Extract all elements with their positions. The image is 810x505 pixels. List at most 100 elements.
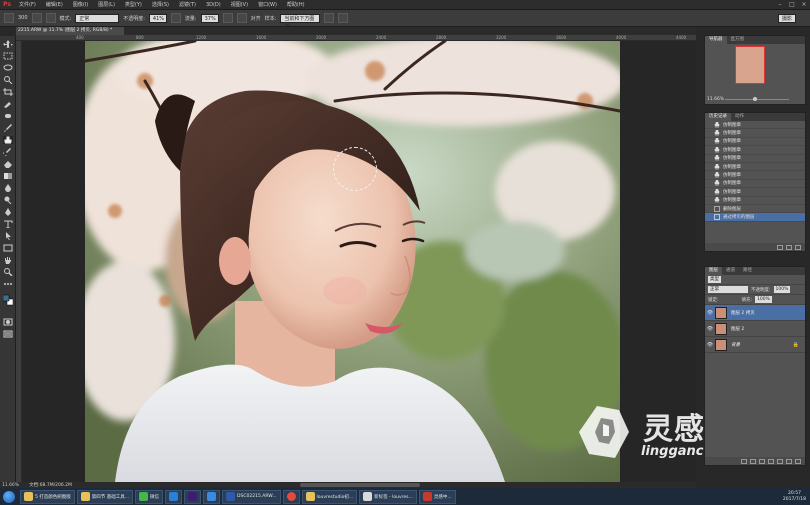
- taskbar-item[interactable]: 新标签 - louvres...: [359, 489, 417, 504]
- new-group-icon[interactable]: [777, 458, 783, 464]
- aligned-checkbox[interactable]: [236, 13, 247, 23]
- navigator-zoom-slider[interactable]: [725, 97, 789, 101]
- tab-layers[interactable]: 图层: [705, 267, 722, 275]
- eye-icon[interactable]: 👁: [705, 310, 715, 316]
- brush-panel-icon[interactable]: [31, 13, 42, 23]
- taskbar-item[interactable]: 微信: [135, 489, 164, 504]
- tab-histogram[interactable]: 直方图: [727, 36, 749, 44]
- start-button[interactable]: [0, 488, 18, 505]
- history-item[interactable]: 删除图层: [705, 205, 805, 214]
- menu-3d[interactable]: 3D(D): [201, 0, 226, 10]
- mode-select[interactable]: 正常: [75, 13, 120, 23]
- shape-tool-icon[interactable]: [3, 244, 13, 252]
- snapshot-icon[interactable]: [786, 244, 792, 250]
- layer-opacity-field[interactable]: 100%: [773, 286, 791, 293]
- taskbar-item[interactable]: 第四节 基础工具...: [76, 489, 134, 504]
- hand-tool-icon[interactable]: [3, 256, 13, 264]
- menu-help[interactable]: 帮助(H): [282, 0, 310, 10]
- taskbar-item[interactable]: [282, 489, 300, 504]
- portrait-photo[interactable]: [85, 41, 620, 482]
- layer-kind-filter[interactable]: 类型: [708, 276, 721, 283]
- taskbar-item[interactable]: 5 打造颜色刷图版: [20, 489, 75, 504]
- zoom-level[interactable]: 11.66%: [2, 483, 19, 488]
- layer-row[interactable]: 👁 图层 2: [705, 321, 805, 337]
- layer-row[interactable]: 👁 背景 🔒: [705, 337, 805, 353]
- maximize-button[interactable]: □: [786, 0, 798, 10]
- pressure-size-icon[interactable]: [338, 13, 349, 23]
- ignore-adjustment-icon[interactable]: [324, 13, 335, 23]
- link-layers-icon[interactable]: [741, 458, 747, 464]
- dodge-tool-icon[interactable]: [3, 196, 13, 205]
- taskbar-item[interactable]: [203, 489, 221, 504]
- tab-history[interactable]: 历史记录: [705, 113, 731, 121]
- menu-view[interactable]: 视图(V): [226, 0, 253, 10]
- layer-row-selected[interactable]: 👁 图层 2 拷贝: [705, 305, 805, 321]
- adjustment-layer-icon[interactable]: [768, 458, 774, 464]
- eyedropper-tool-icon[interactable]: [3, 100, 13, 108]
- gradient-tool-icon[interactable]: [3, 172, 13, 180]
- tab-actions[interactable]: 动作: [731, 113, 748, 121]
- blend-mode-select[interactable]: 正常: [708, 286, 748, 293]
- taskbar-item[interactable]: DSC02215.ARW...: [222, 489, 281, 504]
- history-brush-tool-icon[interactable]: [1, 148, 13, 158]
- menu-window[interactable]: 窗口(W): [253, 0, 282, 10]
- foreground-background-color-icon[interactable]: [2, 294, 14, 306]
- path-select-tool-icon[interactable]: [3, 232, 13, 240]
- delete-layer-icon[interactable]: [795, 458, 801, 464]
- history-item[interactable]: 仿制图章: [705, 163, 805, 172]
- clock[interactable]: 20:57 2017/7/18: [783, 491, 806, 503]
- brush-tool-icon[interactable]: [3, 124, 13, 132]
- navigator-thumbnail[interactable]: [735, 46, 765, 84]
- menu-select[interactable]: 选择(S): [147, 0, 174, 10]
- sample-select[interactable]: 当前和下方图层: [280, 13, 321, 31]
- quick-mask-icon[interactable]: [3, 318, 13, 326]
- more-tools-icon[interactable]: [3, 280, 13, 288]
- taskbar-item[interactable]: louvrestudio初...: [301, 489, 358, 504]
- lasso-tool-icon[interactable]: [3, 64, 13, 72]
- crop-tool-icon[interactable]: [3, 88, 13, 96]
- menu-edit[interactable]: 编辑(E): [41, 0, 68, 10]
- zoom-tool-icon[interactable]: [3, 268, 13, 277]
- add-mask-icon[interactable]: [759, 458, 765, 464]
- opacity-field[interactable]: 41%: [148, 13, 167, 23]
- layer-style-icon[interactable]: [750, 458, 756, 464]
- new-layer-icon[interactable]: [786, 458, 792, 464]
- menu-image[interactable]: 图像(I): [68, 0, 93, 10]
- clone-source-icon[interactable]: [45, 13, 56, 23]
- document-tab[interactable]: 2215.ARW @ 11.7% (图层 2 拷贝, RGB/8) *: [16, 27, 124, 35]
- history-item[interactable]: 仿制图章: [705, 188, 805, 197]
- move-tool-icon[interactable]: [3, 40, 13, 48]
- tab-paths[interactable]: 路径: [739, 267, 756, 275]
- tab-navigator[interactable]: 导航器: [705, 36, 727, 44]
- minimize-button[interactable]: –: [774, 0, 786, 10]
- menu-file[interactable]: 文件(F): [14, 0, 41, 10]
- blur-tool-icon[interactable]: [3, 184, 13, 192]
- history-item[interactable]: 仿制图章: [705, 146, 805, 155]
- screen-mode-icon[interactable]: [3, 330, 13, 338]
- zoom-slider-handle[interactable]: [753, 97, 757, 101]
- history-item[interactable]: 仿制图章: [705, 197, 805, 205]
- trash-icon[interactable]: [795, 244, 801, 250]
- navigator-zoom-value[interactable]: 11.66%: [707, 97, 724, 102]
- taskbar-item[interactable]: 灵感中...: [418, 489, 456, 504]
- menu-layer[interactable]: 图层(L): [93, 0, 120, 10]
- airbrush-icon[interactable]: [222, 13, 233, 23]
- tab-channels[interactable]: 通道: [722, 267, 739, 275]
- fill-field[interactable]: 100%: [755, 296, 772, 303]
- history-item[interactable]: 仿制图章: [705, 138, 805, 147]
- eraser-tool-icon[interactable]: [3, 160, 13, 168]
- taskbar-item[interactable]: [165, 489, 183, 504]
- workspace-select[interactable]: 摄影: [778, 13, 796, 23]
- clone-stamp-tool-icon-active[interactable]: [3, 136, 13, 144]
- clone-stamp-tool-icon[interactable]: [4, 13, 14, 23]
- history-item-selected[interactable]: 通过拷贝的图层: [705, 213, 805, 222]
- pressure-opacity-icon[interactable]: [170, 13, 181, 23]
- history-item[interactable]: 仿制图章: [705, 171, 805, 180]
- history-item[interactable]: 仿制图章: [705, 155, 805, 163]
- close-button[interactable]: ×: [798, 0, 810, 10]
- history-item[interactable]: 仿制图章: [705, 121, 805, 130]
- new-document-from-state-icon[interactable]: [777, 244, 783, 250]
- menu-filter[interactable]: 滤镜(T): [174, 0, 201, 10]
- taskbar-item[interactable]: [184, 489, 202, 504]
- menu-type[interactable]: 类型(Y): [120, 0, 147, 10]
